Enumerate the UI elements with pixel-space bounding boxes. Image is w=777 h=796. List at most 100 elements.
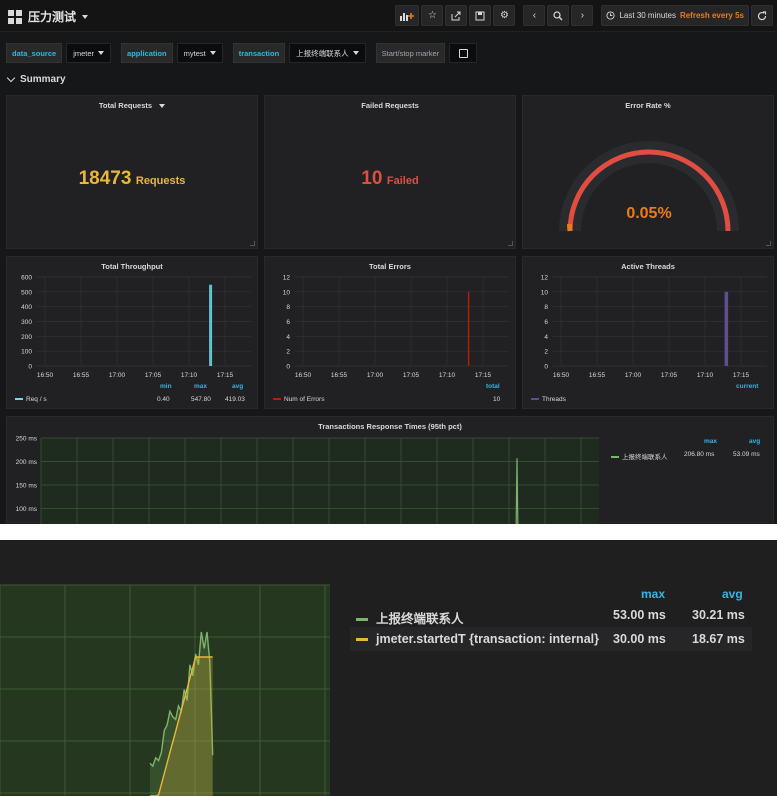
row-summary-toggle[interactable]: Summary — [6, 73, 66, 85]
plot-area — [41, 438, 599, 524]
refresh-button[interactable] — [751, 5, 773, 26]
legend-swatch — [531, 398, 539, 401]
panel-resize-handle[interactable] — [250, 241, 255, 246]
save-button[interactable] — [469, 5, 492, 26]
legend-label: 上报终端联系人 — [376, 612, 464, 626]
time-forward-button[interactable]: › — [571, 5, 594, 26]
variable-label-application: application — [121, 43, 173, 63]
stat-value: 18473 — [78, 168, 132, 189]
y-tick-label: 10 — [541, 289, 549, 296]
throughput-graph[interactable]: 600 500 400 300 200 100 0 16:50 16:55 17:00 17:05 1… — [7, 257, 259, 410]
legend-header-avg: avg — [722, 587, 743, 601]
panel-total-errors[interactable]: Total Errors 12 10 8 6 4 2 0 16:50 16:55 17:00 17:… — [264, 256, 516, 409]
time-back-button[interactable]: ‹ — [523, 5, 546, 26]
legend-value-avg: 419.03 — [225, 396, 245, 403]
legend-header-avg: avg — [749, 438, 761, 445]
x-tick-label: 17:15 — [733, 372, 750, 379]
errors-graph[interactable]: 12 10 8 6 4 2 0 16:50 16:55 17:00 17:05 17:10 17:15 — [265, 257, 517, 410]
x-tick-label: 17:10 — [697, 372, 714, 379]
panel-resize-handle[interactable] — [508, 241, 513, 246]
y-tick-label: 4 — [286, 334, 290, 341]
clock-icon — [606, 11, 616, 20]
refresh-interval-label: Refresh every 5s — [679, 11, 744, 20]
panel-menu-caret-icon — [159, 104, 166, 108]
x-tick-label: 16:55 — [589, 372, 606, 379]
panel-total-throughput[interactable]: Total Throughput 600 500 400 300 200 100 0 16:5… — [6, 256, 258, 409]
variable-dropdown-transaction[interactable]: 上报终端联系人 — [289, 43, 366, 63]
legend-value-avg: 30.21 ms — [692, 608, 745, 622]
x-tick-label: 16:50 — [37, 372, 54, 379]
legend-swatch — [273, 398, 281, 401]
y-tick-label: 300 — [21, 319, 32, 326]
x-tick-label: 17:15 — [475, 372, 492, 379]
stat-value: 10 — [361, 168, 383, 189]
panel-resize-handle[interactable] — [766, 241, 771, 246]
chevron-right-icon: › — [580, 10, 585, 21]
legend-item-req-per-s[interactable]: Req / s — [15, 396, 47, 403]
x-tick-label: 17:15 — [217, 372, 234, 379]
y-tick-label: 500 — [21, 289, 32, 296]
panel-title[interactable]: Failed Requests — [265, 101, 515, 110]
legend-item-threads[interactable]: Threads — [531, 396, 566, 403]
zoom-out-button[interactable] — [547, 5, 570, 26]
panel-failed-requests[interactable]: Failed Requests 10 Failed — [264, 95, 516, 249]
variable-dropdown-application[interactable]: mytest — [176, 43, 223, 63]
star-button[interactable]: ☆ — [421, 5, 444, 26]
star-icon: ☆ — [427, 10, 437, 21]
legend-item-transaction[interactable]: 上报终端联系人 — [356, 608, 464, 627]
y-tick-label: 10 — [283, 289, 291, 296]
y-tick-label: 0 — [544, 364, 548, 371]
y-tick-label: 100 ms — [16, 506, 38, 513]
y-tick-label: 2 — [286, 349, 290, 356]
x-tick-label: 17:05 — [403, 372, 420, 379]
legend-value-min: 0.40 — [157, 396, 170, 403]
dashboard-title[interactable]: 压力测试 — [28, 8, 76, 25]
x-tick-label: 17:00 — [625, 372, 642, 379]
panel-title[interactable]: Total Requests — [7, 101, 257, 110]
checkbox-icon — [458, 48, 468, 58]
y-tick-label: 600 — [21, 275, 32, 282]
variable-label-data-source: data_source — [6, 43, 63, 63]
x-tick-label: 17:05 — [145, 372, 162, 379]
legend-item-transaction[interactable]: 上报终端联系人 — [611, 451, 668, 461]
dashboard-picker[interactable]: 压力测试 — [8, 8, 89, 25]
panel-active-threads[interactable]: Active Threads 12 10 8 6 4 2 0 16:50 16:55 17:00 1… — [522, 256, 774, 409]
add-panel-button[interactable] — [395, 5, 420, 26]
gauge-value: 0.05% — [626, 205, 671, 222]
panel-error-rate[interactable]: Error Rate % 0.05% — [522, 95, 774, 249]
gauge-value-arc — [567, 223, 573, 232]
y-tick-label: 150 ms — [16, 483, 38, 490]
dashboard-caret-icon — [82, 14, 89, 19]
template-variables: data_source jmeter application mytest tr… — [6, 43, 478, 63]
series-threads-spike — [724, 291, 729, 366]
add-panel-icon — [400, 12, 415, 21]
legend-header-max: max — [194, 383, 208, 390]
chevron-left-icon: ‹ — [532, 10, 537, 21]
legend-item-started-threads[interactable]: jmeter.startedT {transaction: internal} — [356, 632, 599, 646]
legend-value-max: 30.00 ms — [613, 632, 666, 646]
panel-total-requests[interactable]: Total Requests 18473 Requests — [6, 95, 258, 249]
zoomed-response-times-graph[interactable] — [0, 540, 340, 796]
response-times-graph[interactable]: 250 ms 200 ms 150 ms 100 ms — [7, 417, 775, 524]
x-tick-label: 17:10 — [439, 372, 456, 379]
series-req-per-s-spike — [209, 284, 213, 366]
variable-value: mytest — [183, 48, 206, 58]
zoomed-response-times-screenshot: max avg 上报终端联系人 53.00 ms 30.21 ms jmeter… — [0, 540, 777, 796]
time-picker-button[interactable]: Last 30 minutes Refresh every 5s — [601, 5, 749, 26]
stat-unit: Requests — [135, 175, 186, 187]
settings-button[interactable]: ⚙ — [493, 5, 516, 26]
y-tick-label: 8 — [544, 304, 548, 311]
variable-dropdown-data-source[interactable]: jmeter — [66, 43, 112, 63]
x-tick-label: 16:50 — [295, 372, 312, 379]
x-tick-label: 17:00 — [109, 372, 126, 379]
panel-response-times[interactable]: Transactions Response Times (95th pct) 2… — [6, 416, 774, 524]
caret-down-icon — [352, 51, 359, 55]
marker-checkbox[interactable] — [449, 43, 478, 63]
legend-item-num-of-errors[interactable]: Num of Errors — [273, 396, 324, 403]
y-tick-label: 250 ms — [16, 436, 38, 443]
error-rate-gauge: 0.05% — [559, 141, 739, 232]
share-button[interactable] — [445, 5, 468, 26]
y-tick-label: 6 — [544, 319, 548, 326]
x-tick-label: 16:55 — [331, 372, 348, 379]
share-icon — [451, 11, 461, 20]
